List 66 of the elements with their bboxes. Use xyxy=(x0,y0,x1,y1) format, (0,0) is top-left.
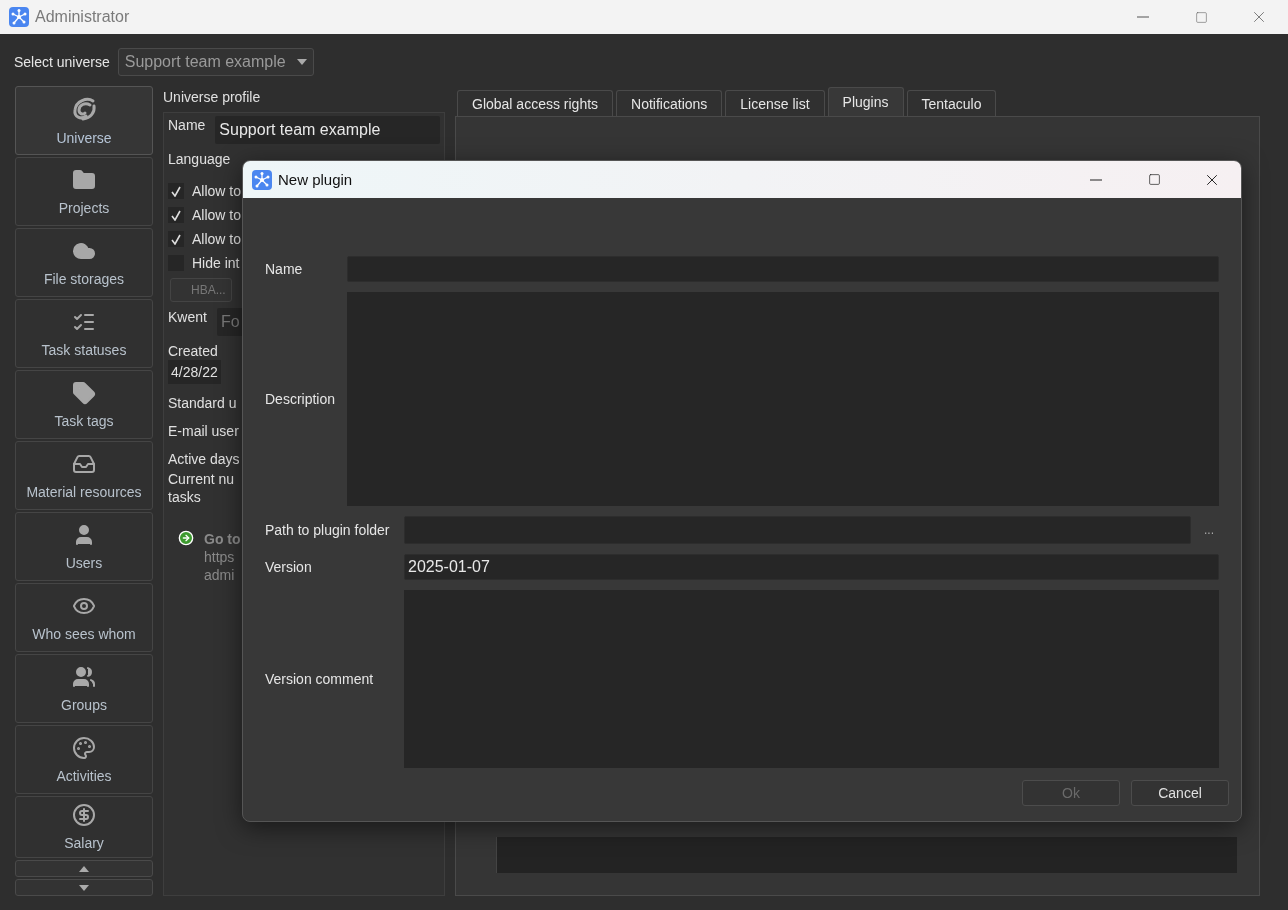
checkbox[interactable] xyxy=(168,183,184,199)
minimize-icon xyxy=(1090,178,1102,181)
sidebar-item[interactable]: Users xyxy=(15,512,153,581)
sidebar-item[interactable]: File storages xyxy=(15,228,153,297)
tag-icon xyxy=(72,380,96,405)
minimize-icon xyxy=(1137,16,1149,18)
people-icon xyxy=(72,664,96,689)
select-universe-label: Select universe xyxy=(14,54,110,70)
info-label: Standard u xyxy=(168,394,237,412)
dialog-logo-icon xyxy=(252,169,272,190)
sidebar-item[interactable]: Material resources xyxy=(15,441,153,510)
down-arrow-icon xyxy=(79,884,89,891)
dropdown-caret-icon xyxy=(296,59,307,65)
tab[interactable]: Notifications xyxy=(616,90,723,116)
app-logo-icon xyxy=(9,7,29,27)
info-label: Current nu tasks xyxy=(168,470,235,506)
tab[interactable]: Global access rights xyxy=(457,90,614,116)
field-label: Name xyxy=(265,261,304,277)
scroll-down-button[interactable] xyxy=(15,879,153,896)
link-text[interactable]: admi xyxy=(204,566,241,584)
up-arrow-icon xyxy=(79,865,89,872)
dialog-title: New plugin xyxy=(278,171,353,188)
folder-icon xyxy=(72,167,96,192)
window-title: Administrator xyxy=(35,8,130,26)
sidebar-item[interactable]: Task tags xyxy=(15,370,153,439)
checkbox[interactable] xyxy=(168,207,184,223)
maximize-icon xyxy=(1194,10,1208,24)
universe-dropdown[interactable]: Support team example xyxy=(117,48,314,76)
swirl-icon xyxy=(71,95,97,122)
maximize-icon xyxy=(1147,173,1161,186)
tab[interactable]: Plugins xyxy=(827,87,904,116)
checkbox-label: Hide int xyxy=(192,254,240,272)
info-label: Active days xyxy=(168,450,240,468)
info-label: E-mail user xyxy=(168,422,239,440)
tab[interactable]: Tentaculo xyxy=(906,90,997,116)
section-title: Universe profile xyxy=(163,88,261,106)
sidebar-item[interactable]: Activities xyxy=(15,725,153,794)
sidebar-item[interactable]: Projects xyxy=(15,157,153,226)
language-label: Language xyxy=(168,150,231,168)
sidebar-item[interactable]: Who sees whom xyxy=(15,583,153,652)
checkbox-label: Allow to xyxy=(192,230,242,248)
input-field[interactable]: 2025-01-07 xyxy=(404,554,1219,580)
sidebar-item[interactable]: Task statuses xyxy=(15,299,153,368)
palette-icon xyxy=(72,735,96,760)
dialog-button[interactable]: Cancel xyxy=(1131,780,1229,806)
checkbox[interactable] xyxy=(168,231,184,247)
name-field[interactable]: Support team example xyxy=(215,116,440,144)
dollar-icon xyxy=(72,803,96,827)
field-label: Version comment xyxy=(265,671,375,687)
sidebar-item[interactable]: Salary xyxy=(15,796,153,858)
tab[interactable]: License list xyxy=(725,90,825,116)
created-value: 4/28/22 xyxy=(168,360,221,384)
checkbox-label: Allow to xyxy=(192,206,242,224)
created-label: Created xyxy=(168,342,218,360)
link-text[interactable]: https xyxy=(204,548,241,566)
field-label: Version xyxy=(265,559,313,575)
field-label: Description xyxy=(265,391,337,407)
browse-button[interactable]: ... xyxy=(1199,523,1219,537)
sidebar-item[interactable]: Groups xyxy=(15,654,153,723)
checkbox-label: Allow to xyxy=(192,182,242,200)
name-label: Name xyxy=(168,116,206,134)
kwent-label: Kwent xyxy=(168,308,207,326)
link-title[interactable]: Go to xyxy=(204,530,241,548)
field-label: Path to plugin folder xyxy=(265,522,391,538)
sidebar-item[interactable]: Universe xyxy=(15,86,153,155)
scroll-up-button[interactable] xyxy=(15,860,153,877)
